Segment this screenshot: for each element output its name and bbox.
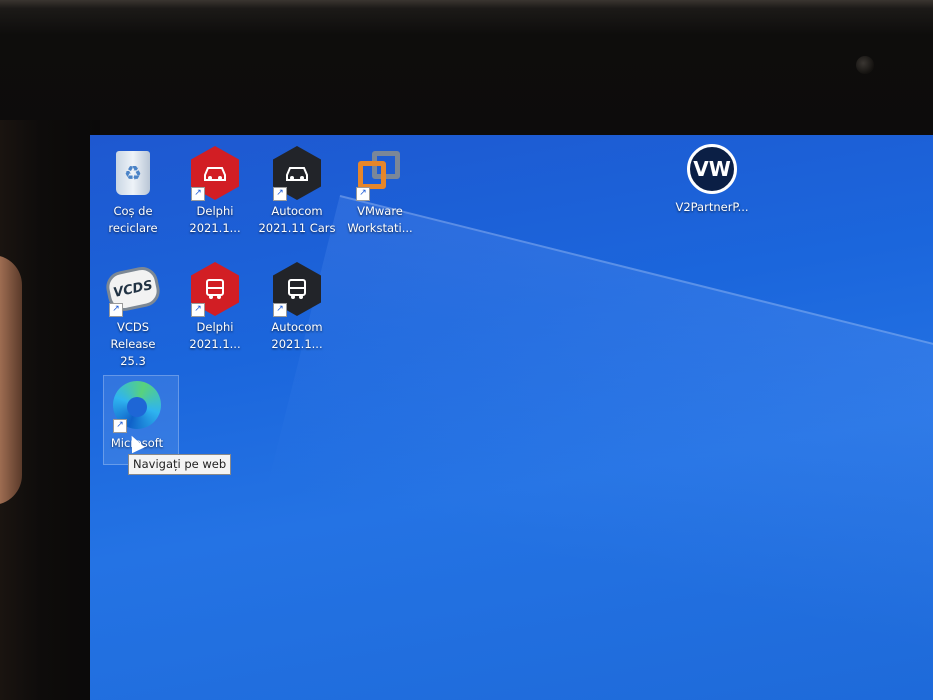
desktop-icon-recycle-bin[interactable]: ♻ Coș de reciclare: [93, 145, 173, 237]
camera-lens: [856, 56, 874, 74]
desktop-icon-delphi-cars[interactable]: ↗ Delphi 2021.1...: [175, 145, 255, 237]
icon-label: V2PartnerP...: [675, 200, 749, 214]
shortcut-arrow-icon: ↗: [273, 303, 287, 317]
shortcut-arrow-icon: ↗: [191, 303, 205, 317]
desktop-screen: ♻ Coș de reciclare ↗ Delphi 2021.1... ↗ …: [90, 135, 933, 700]
icon-label: Delphi 2021.1...: [189, 204, 241, 235]
icon-label: VMware Workstati...: [347, 204, 413, 235]
shortcut-arrow-icon: ↗: [356, 187, 370, 201]
shortcut-arrow-icon: ↗: [191, 187, 205, 201]
recycle-bin-icon: ♻: [116, 151, 150, 195]
shortcut-arrow-icon: ↗: [273, 187, 287, 201]
icon-label: Autocom 2021.11 Cars: [258, 204, 336, 235]
icon-label: VCDS Release 25.3: [110, 320, 156, 368]
wallpaper-light-beam: [267, 195, 933, 680]
desktop-icon-autocom-trucks[interactable]: ↗ Autocom 2021.1...: [257, 261, 337, 353]
icon-label: Autocom 2021.1...: [271, 320, 323, 351]
desktop-icon-v2partner[interactable]: VW V2PartnerP...: [672, 141, 752, 216]
desktop-icon-vmware[interactable]: ↗ VMware Workstati...: [340, 145, 420, 237]
icon-label: Coș de reciclare: [108, 204, 158, 235]
finger: [0, 255, 22, 505]
desktop-icon-autocom-cars[interactable]: ↗ Autocom 2021.11 Cars: [257, 145, 337, 237]
device-bezel-top: [0, 0, 933, 140]
desktop-icon-delphi-trucks[interactable]: ↗ Delphi 2021.1...: [175, 261, 255, 353]
icon-label: Delphi 2021.1...: [189, 320, 241, 351]
tooltip: Navigați pe web: [128, 454, 232, 475]
shortcut-arrow-icon: ↗: [113, 419, 127, 433]
shortcut-arrow-icon: ↗: [109, 303, 123, 317]
desktop-icon-vcds[interactable]: VCDS ↗ VCDS Release 25.3: [93, 261, 173, 370]
vw-logo-icon: VW: [687, 144, 737, 194]
